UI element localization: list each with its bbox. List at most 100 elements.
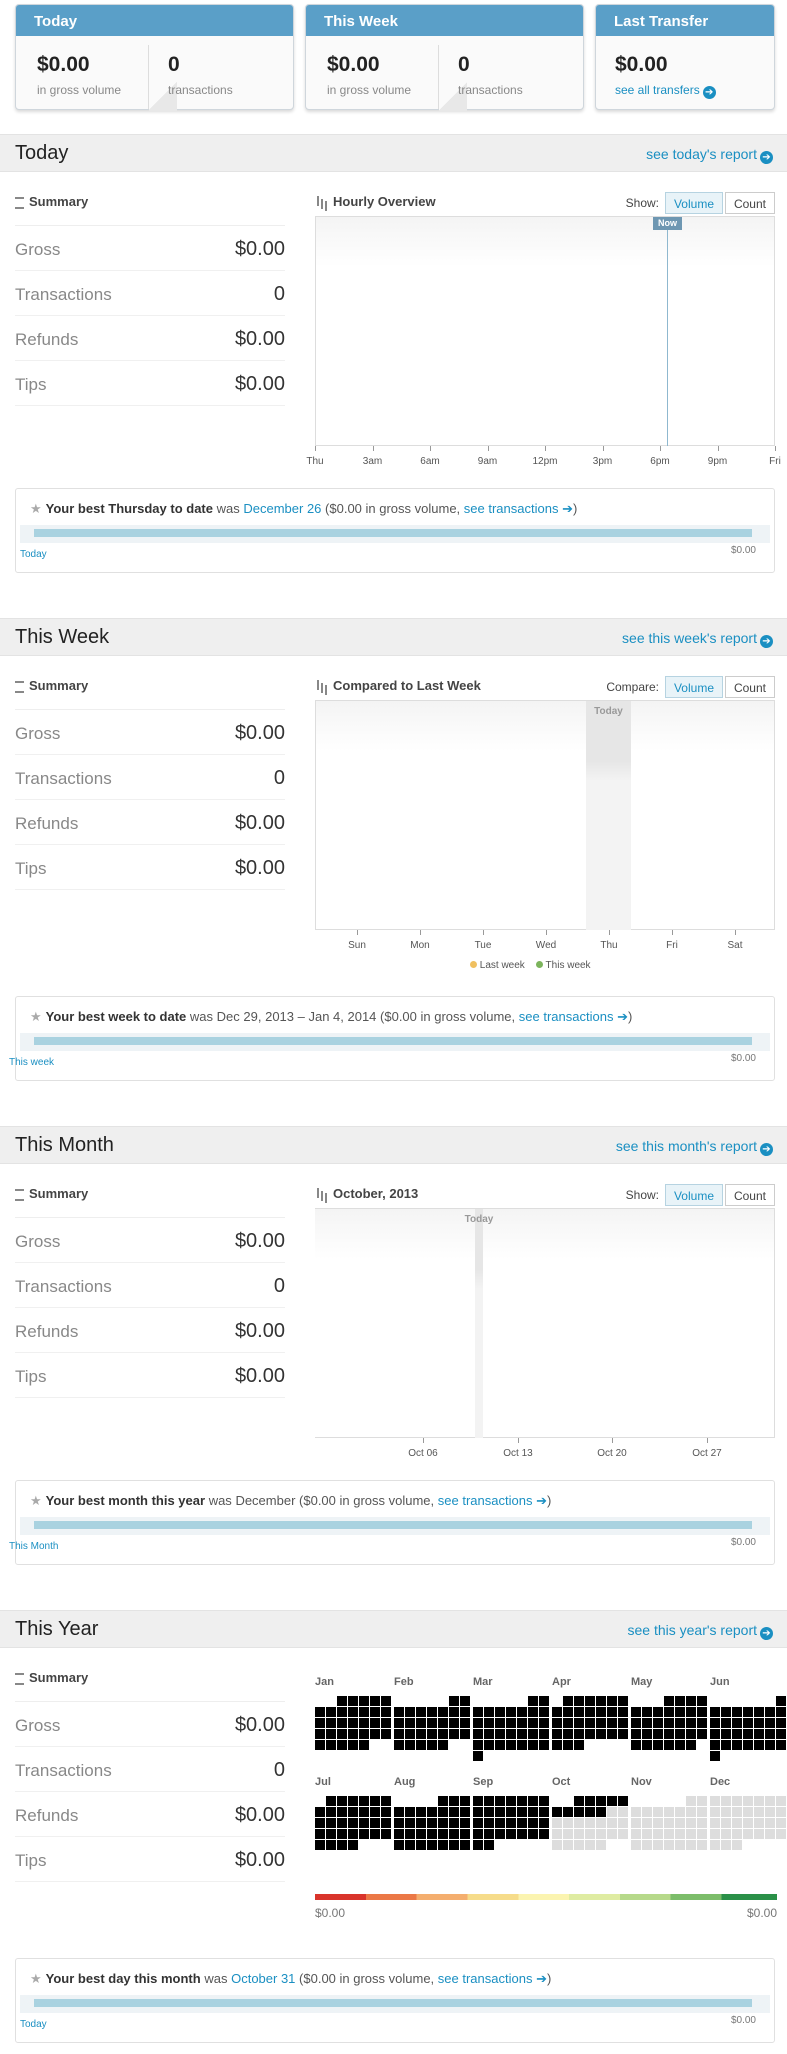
day-cell[interactable] xyxy=(618,1796,628,1806)
day-cell[interactable] xyxy=(743,1740,753,1750)
day-cell[interactable] xyxy=(326,1840,336,1850)
day-cell[interactable] xyxy=(348,1840,358,1850)
day-cell[interactable] xyxy=(675,1729,685,1739)
day-cell[interactable] xyxy=(405,1729,415,1739)
day-cell[interactable] xyxy=(460,1829,470,1839)
day-cell[interactable] xyxy=(765,1829,775,1839)
day-cell[interactable] xyxy=(337,1718,347,1728)
day-cell[interactable] xyxy=(460,1807,470,1817)
day-cell[interactable] xyxy=(776,1796,786,1806)
day-cell[interactable] xyxy=(539,1718,549,1728)
day-cell[interactable] xyxy=(517,1718,527,1728)
day-cell[interactable] xyxy=(473,1751,483,1761)
see-transactions-link[interactable]: see transactions ➔ xyxy=(438,1493,547,1508)
day-cell[interactable] xyxy=(552,1818,562,1828)
day-cell[interactable] xyxy=(642,1729,652,1739)
day-cell[interactable] xyxy=(506,1729,516,1739)
day-cell[interactable] xyxy=(394,1729,404,1739)
day-cell[interactable] xyxy=(517,1818,527,1828)
day-cell[interactable] xyxy=(381,1729,391,1739)
day-cell[interactable] xyxy=(449,1818,459,1828)
day-cell[interactable] xyxy=(348,1696,358,1706)
day-cell[interactable] xyxy=(618,1818,628,1828)
day-cell[interactable] xyxy=(495,1796,505,1806)
day-cell[interactable] xyxy=(552,1829,562,1839)
day-cell[interactable] xyxy=(765,1718,775,1728)
day-cell[interactable] xyxy=(710,1707,720,1717)
day-cell[interactable] xyxy=(460,1718,470,1728)
day-cell[interactable] xyxy=(585,1840,595,1850)
day-cell[interactable] xyxy=(484,1707,494,1717)
day-cell[interactable] xyxy=(416,1729,426,1739)
day-cell[interactable] xyxy=(484,1818,494,1828)
day-cell[interactable] xyxy=(776,1718,786,1728)
day-cell[interactable] xyxy=(686,1840,696,1850)
day-cell[interactable] xyxy=(732,1840,742,1850)
day-cell[interactable] xyxy=(427,1829,437,1839)
day-cell[interactable] xyxy=(754,1740,764,1750)
day-cell[interactable] xyxy=(394,1718,404,1728)
day-cell[interactable] xyxy=(732,1807,742,1817)
day-cell[interactable] xyxy=(618,1729,628,1739)
day-cell[interactable] xyxy=(710,1740,720,1750)
day-cell[interactable] xyxy=(675,1829,685,1839)
day-cell[interactable] xyxy=(765,1818,775,1828)
day-cell[interactable] xyxy=(563,1718,573,1728)
day-cell[interactable] xyxy=(438,1818,448,1828)
day-cell[interactable] xyxy=(664,1740,674,1750)
day-cell[interactable] xyxy=(381,1707,391,1717)
day-cell[interactable] xyxy=(315,1729,325,1739)
day-cell[interactable] xyxy=(754,1829,764,1839)
day-cell[interactable] xyxy=(585,1696,595,1706)
day-cell[interactable] xyxy=(517,1796,527,1806)
day-cell[interactable] xyxy=(686,1696,696,1706)
day-cell[interactable] xyxy=(776,1829,786,1839)
day-cell[interactable] xyxy=(528,1740,538,1750)
day-cell[interactable] xyxy=(528,1696,538,1706)
day-cell[interactable] xyxy=(754,1807,764,1817)
day-cell[interactable] xyxy=(359,1729,369,1739)
day-cell[interactable] xyxy=(743,1829,753,1839)
day-cell[interactable] xyxy=(370,1829,380,1839)
day-cell[interactable] xyxy=(337,1696,347,1706)
day-cell[interactable] xyxy=(631,1718,641,1728)
day-cell[interactable] xyxy=(675,1696,685,1706)
day-cell[interactable] xyxy=(607,1718,617,1728)
day-cell[interactable] xyxy=(416,1807,426,1817)
day-cell[interactable] xyxy=(539,1807,549,1817)
year-report-link[interactable]: see this year's report ➔ xyxy=(627,1622,773,1640)
day-cell[interactable] xyxy=(528,1707,538,1717)
day-cell[interactable] xyxy=(495,1807,505,1817)
day-cell[interactable] xyxy=(765,1796,775,1806)
day-cell[interactable] xyxy=(326,1729,336,1739)
see-transactions-link[interactable]: see transactions ➔ xyxy=(438,1971,547,1986)
day-cell[interactable] xyxy=(697,1707,707,1717)
best-date-link[interactable]: October 31 xyxy=(231,1971,295,1986)
day-cell[interactable] xyxy=(732,1729,742,1739)
day-cell[interactable] xyxy=(686,1707,696,1717)
day-cell[interactable] xyxy=(732,1740,742,1750)
day-cell[interactable] xyxy=(315,1818,325,1828)
day-cell[interactable] xyxy=(607,1818,617,1828)
see-all-transfers-link[interactable]: see all transfers ➔ xyxy=(615,83,716,99)
day-cell[interactable] xyxy=(710,1807,720,1817)
day-cell[interactable] xyxy=(642,1829,652,1839)
day-cell[interactable] xyxy=(607,1729,617,1739)
day-cell[interactable] xyxy=(675,1740,685,1750)
day-cell[interactable] xyxy=(596,1840,606,1850)
day-cell[interactable] xyxy=(675,1840,685,1850)
day-cell[interactable] xyxy=(721,1718,731,1728)
day-cell[interactable] xyxy=(607,1807,617,1817)
volume-button[interactable]: Volume xyxy=(664,676,723,698)
day-cell[interactable] xyxy=(653,1718,663,1728)
day-cell[interactable] xyxy=(552,1740,562,1750)
day-cell[interactable] xyxy=(642,1740,652,1750)
day-cell[interactable] xyxy=(552,1718,562,1728)
day-cell[interactable] xyxy=(506,1740,516,1750)
day-cell[interactable] xyxy=(710,1729,720,1739)
day-cell[interactable] xyxy=(473,1718,483,1728)
day-cell[interactable] xyxy=(381,1796,391,1806)
day-cell[interactable] xyxy=(664,1840,674,1850)
day-cell[interactable] xyxy=(697,1807,707,1817)
day-cell[interactable] xyxy=(348,1818,358,1828)
